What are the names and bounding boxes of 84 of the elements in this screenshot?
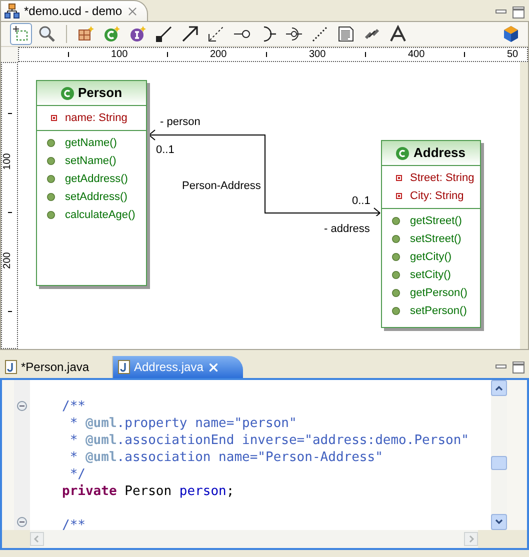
ruler-label: 400 [408,48,425,61]
class-name: Person [78,84,122,102]
fold-icon[interactable] [17,401,27,412]
ruler-label: 50 [507,48,518,61]
operation-text: getName() [65,136,117,151]
attribute-text: City: String [410,188,464,204]
fold-icon[interactable] [17,516,27,527]
scroll-up-icon[interactable] [495,385,503,391]
field-icon [396,175,402,181]
text-tool-icon [389,25,407,43]
class-box[interactable]: Address Street: String City: String getStreet() setStreet() getCity() setCity() getPerson() setPerson() [381,140,481,328]
arrow-icon [181,25,199,43]
class-name: Address [413,144,466,162]
tab-title: Address.java [134,359,204,376]
dotted-line-icon [311,25,329,43]
attribute-text: Street: String [410,170,474,186]
role-label: - address [324,222,370,237]
attribute-text: name: String [65,110,128,126]
java-file-icon [5,360,17,374]
field-icon [51,115,57,121]
multiplicity-label: 0..1 [352,194,370,209]
dependency-icon [155,25,173,43]
operation-text: getAddress() [65,172,128,187]
method-icon [392,253,400,261]
tab-title: *demo.ucd - demo [24,3,122,20]
multiplicity-label: 0..1 [156,143,174,158]
method-icon [47,193,55,201]
method-icon [392,217,400,225]
method-icon [392,235,400,243]
association-name: Person-Address [182,179,261,194]
field-icon [396,193,402,199]
marquee-select-icon [12,25,30,43]
ruler-label: 200 [210,48,227,61]
ruler-label: 100 [0,153,14,170]
operation-text: getPerson() [410,286,468,301]
ruler-label: 200 [0,252,14,269]
cube-icon[interactable] [502,25,520,43]
method-icon [392,307,400,315]
operation-text: setAddress() [65,190,128,205]
operation-text: setName() [65,154,116,169]
ball-socket-icon [285,25,303,43]
interface-icon [129,25,147,43]
tool-button[interactable] [10,23,32,45]
note-icon [337,25,355,43]
vertical-scrollbar[interactable] [491,380,507,530]
scroll-thumb[interactable] [491,456,507,470]
method-icon [47,157,55,165]
method-icon [47,211,55,219]
maximize-icon[interactable] [512,361,525,374]
operation-text: setStreet() [410,232,462,247]
java-file-icon [118,360,130,374]
tab-title: *Person.java [21,359,90,376]
operation-text: setPerson() [410,304,467,319]
operation-text: calculateAge() [65,208,136,223]
zoom-icon [38,25,56,43]
code-line: * @uml.associationEnd inverse="address:demo.Person" [68,432,470,449]
class-icon [103,25,121,43]
scroll-down-icon[interactable] [495,519,503,525]
package-icon [77,25,95,43]
code-line: */ [68,466,86,483]
close-icon[interactable] [126,4,140,18]
method-icon [392,289,400,297]
operation-text: getStreet() [410,214,462,229]
editor-tab[interactable]: *demo.ucd - demo [0,0,148,21]
code-line: * @uml.property name="person" [68,415,298,432]
diagram-icon [4,3,20,19]
operation-text: setCity() [410,268,451,283]
code-line: private Person person; [62,483,236,500]
method-icon [392,271,400,279]
method-icon [47,175,55,183]
class-icon [396,146,410,160]
method-icon [47,139,55,147]
dashed-arrow-icon [207,25,225,43]
operation-text: getCity() [410,250,452,265]
code-line: /** [62,517,86,530]
close-icon[interactable] [207,360,220,374]
class-icon [60,86,74,100]
ruler-label: 100 [111,48,128,61]
code-line: /** [62,398,86,415]
maximize-icon[interactable] [512,6,525,19]
class-box[interactable]: Person name: String getName() setName() getAddress() setAddress() calculateAge() [36,80,147,286]
ruler-label: 300 [309,48,326,61]
code-line: * @uml.association name="Person-Address" [68,449,384,466]
role-label: - person [160,115,200,130]
